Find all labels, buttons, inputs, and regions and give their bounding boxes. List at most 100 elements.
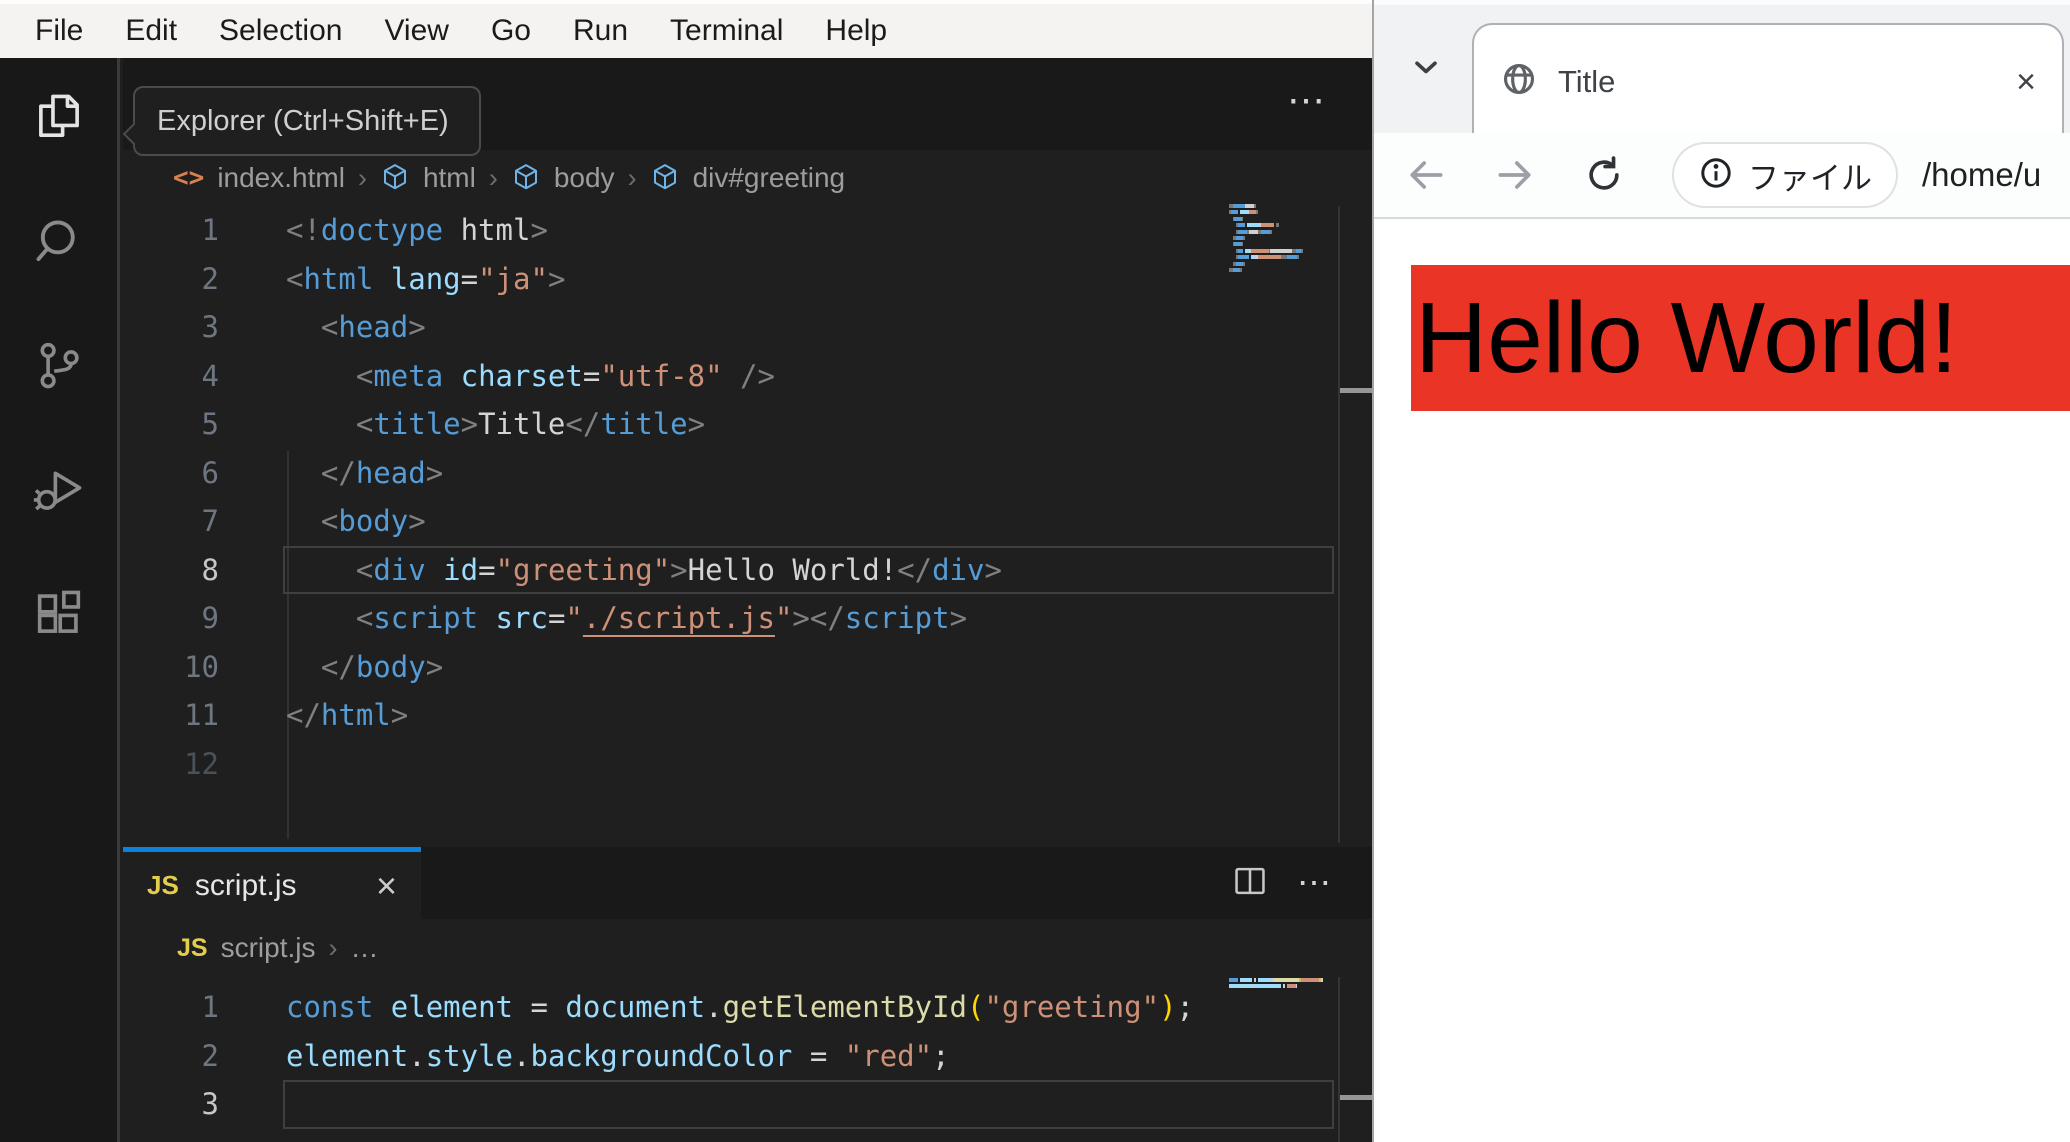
minimap[interactable] — [1229, 978, 1325, 997]
line-number: 3 — [201, 1087, 219, 1121]
greeting-div: Hello World! — [1411, 265, 2070, 411]
search-icon[interactable] — [30, 212, 88, 270]
line-number: 1 — [201, 213, 219, 247]
breadcrumb-separator: › — [627, 162, 637, 193]
source-control-icon[interactable] — [30, 336, 88, 394]
editor-scrollbar[interactable] — [1338, 977, 1374, 1142]
code-line[interactable]: 1 <!doctype html> — [123, 206, 1372, 255]
site-info-chip[interactable]: ファイル — [1674, 144, 1896, 206]
more-actions-icon[interactable]: ⋯ — [1287, 82, 1330, 120]
html-file-icon: <> — [173, 163, 205, 193]
javascript-file-icon: JS — [147, 870, 179, 900]
browser-tab-title: Title — [1558, 63, 1616, 99]
breadcrumb-more[interactable]: … — [351, 932, 379, 964]
code-line[interactable]: 10 </body> — [123, 643, 1372, 692]
line-number: 6 — [201, 455, 219, 490]
address-bar-url[interactable]: /home/u — [1922, 156, 2041, 194]
scrollbar-cursor-marker — [1340, 388, 1374, 393]
explorer-icon[interactable] — [30, 88, 88, 146]
scrollbar-cursor-marker — [1340, 1095, 1374, 1100]
line-number: 8 — [201, 552, 219, 587]
line-number: 3 — [201, 310, 219, 344]
line-number: 10 — [184, 649, 219, 684]
javascript-file-icon: JS — [177, 933, 208, 962]
split-editor-icon[interactable] — [1231, 862, 1269, 905]
menu-selection[interactable]: Selection — [198, 14, 363, 48]
editor-actions: ⋯ — [1231, 847, 1336, 919]
close-tab-icon[interactable]: × — [376, 867, 397, 904]
code-editor-html[interactable]: 1 <!doctype html> 2 <html lang="ja"> 3 <head… — [123, 206, 1372, 839]
line-number: 9 — [201, 601, 219, 635]
breadcrumb-separator: › — [488, 162, 498, 193]
code-line[interactable]: 2 element.style.backgroundColor = "red"; — [123, 1032, 1372, 1081]
reload-icon[interactable] — [1582, 153, 1626, 197]
line-number: 12 — [184, 746, 219, 781]
breadcrumb-html[interactable]: html — [423, 162, 476, 194]
editor-group-js: JS script.js × ⋯ JS script.js › … 1 cons… — [123, 847, 1374, 1142]
code-line[interactable]: 1 const element = document.getElementById… — [123, 983, 1372, 1032]
menu-go[interactable]: Go — [470, 14, 552, 48]
browser-tab-strip: Title × — [1374, 0, 2070, 138]
forward-icon[interactable] — [1493, 153, 1537, 197]
code-line[interactable]: 3 — [123, 1080, 1372, 1129]
code-line[interactable]: 4 <meta charset="utf-8" /> — [123, 352, 1372, 401]
line-number: 1 — [201, 990, 219, 1024]
activity-bar — [0, 58, 120, 1142]
breadcrumb: JS script.js › … — [123, 919, 1372, 977]
code-line[interactable]: 8 <div id="greeting">Hello World!</div> — [123, 545, 1372, 594]
browser-tab[interactable]: Title × — [1472, 23, 2064, 138]
tab-label: script.js — [194, 868, 297, 902]
menu-terminal[interactable]: Terminal — [649, 14, 804, 48]
chevron-down-icon[interactable] — [1408, 49, 1444, 85]
editor-scrollbar[interactable] — [1338, 206, 1374, 843]
menu-file[interactable]: File — [14, 14, 104, 48]
line-number: 5 — [201, 407, 219, 441]
workbench: ⋯ <> index.html › html › body › div#gree… — [0, 58, 1374, 1142]
symbol-element-icon — [511, 162, 541, 194]
run-debug-icon[interactable] — [30, 460, 88, 518]
line-number: 2 — [201, 1038, 219, 1073]
line-number: 2 — [201, 261, 219, 296]
minimap[interactable] — [1229, 204, 1325, 281]
menu-run[interactable]: Run — [552, 14, 649, 48]
vscode-window: File Edit Selection View Go Run Terminal… — [0, 0, 1374, 1142]
code-line[interactable]: 2 <html lang="ja"> — [123, 255, 1372, 304]
line-number: 11 — [184, 698, 219, 732]
menu-help[interactable]: Help — [804, 14, 908, 48]
code-line[interactable]: 7 <body> — [123, 497, 1372, 546]
breadcrumb-file[interactable]: index.html — [217, 162, 345, 194]
code-line[interactable]: 12 — [123, 740, 1372, 789]
close-tab-icon[interactable]: × — [2016, 65, 2036, 99]
tab-script-js[interactable]: JS script.js × — [123, 847, 421, 919]
more-actions-icon[interactable]: ⋯ — [1297, 866, 1336, 900]
breadcrumb-separator: › — [357, 162, 367, 193]
breadcrumb-body[interactable]: body — [554, 162, 615, 194]
symbol-element-icon — [380, 162, 410, 194]
globe-icon — [1500, 60, 1538, 103]
menu-edit[interactable]: Edit — [104, 14, 198, 48]
line-number: 4 — [201, 358, 219, 393]
breadcrumb-separator: › — [328, 932, 338, 963]
breadcrumb-file[interactable]: script.js — [221, 932, 316, 964]
symbol-element-icon — [650, 162, 680, 194]
menu-bar: File Edit Selection View Go Run Terminal… — [0, 0, 1372, 58]
code-line[interactable]: 5 <title>Title</title> — [123, 400, 1372, 449]
code-line[interactable]: 11 </html> — [123, 691, 1372, 740]
info-icon — [1698, 155, 1734, 196]
code-line[interactable]: 9 <script src="./script.js"></script> — [123, 594, 1372, 643]
code-line[interactable]: 6 </head> — [123, 449, 1372, 498]
back-icon[interactable] — [1404, 153, 1448, 197]
tooltip-text: Explorer (Ctrl+Shift+E) — [157, 104, 449, 137]
line-number: 7 — [201, 504, 219, 538]
browser-window: Title × ファイル /home/u Hello World! — [1372, 0, 2070, 1142]
breadcrumb: <> index.html › html › body › div#greeti… — [123, 150, 1372, 206]
breadcrumb-div-greeting[interactable]: div#greeting — [693, 162, 846, 194]
code-line[interactable]: 3 <head> — [123, 303, 1372, 352]
explorer-tooltip: Explorer (Ctrl+Shift+E) — [133, 86, 481, 156]
file-scheme-label: ファイル — [1748, 160, 1872, 196]
editor-group-html: ⋯ <> index.html › html › body › div#gree… — [123, 58, 1374, 843]
menu-view[interactable]: View — [363, 14, 469, 48]
code-editor-js[interactable]: 1 const element = document.getElementById… — [123, 983, 1372, 1129]
extensions-icon[interactable] — [30, 584, 88, 642]
browser-viewport: Hello World! — [1374, 219, 2070, 1142]
